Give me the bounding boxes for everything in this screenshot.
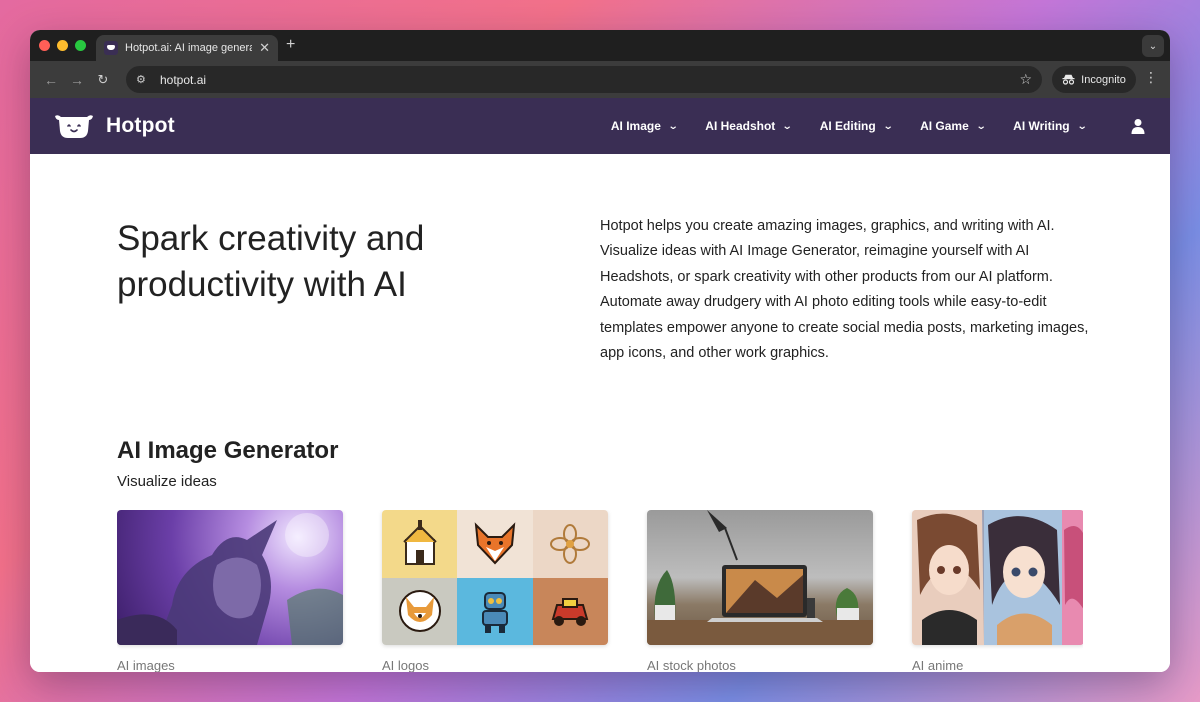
window-controls [39,40,86,51]
fox-logo-icon [457,510,533,578]
tab-strip: Hotpot.ai: AI image generator ✕ + ⌄ [30,30,1170,61]
church-logo-icon [382,510,458,578]
section-subtitle: Visualize ideas [117,473,217,490]
nav-ai-game[interactable]: AI Game ⌄ [906,119,999,133]
close-tab-icon[interactable]: ✕ [259,40,270,56]
nav-ai-editing[interactable]: AI Editing ⌄ [806,119,906,133]
tab-title: Hotpot.ai: AI image generator [125,42,252,54]
flower-logo-icon [532,510,608,578]
section-title: AI Image Generator [117,437,339,464]
nav-label: AI Game [920,119,969,133]
chevron-down-icon: ⌄ [782,120,793,132]
site-header: Hotpot AI Image ⌄ AI Headshot ⌄ AI Editi… [30,98,1170,154]
chevron-down-icon: ⌄ [882,120,894,132]
main-nav: AI Image ⌄ AI Headshot ⌄ AI Editing ⌄ AI… [597,98,1100,154]
address-bar[interactable]: ⚙ hotpot.ai ☆ [126,66,1042,93]
hero-description: Hotpot helps you create amazing images, … [600,218,1089,362]
corgi-logo-icon [382,577,458,645]
ai-logos-thumbnail[interactable] [382,510,608,645]
new-tab-icon[interactable]: + [286,36,295,54]
card-ai-anime[interactable]: AI anime [912,510,1083,672]
laptop-desk-image [647,510,873,645]
hero-title: Spark creativity and productivity with A… [117,219,425,304]
bookmark-star-icon[interactable]: ☆ [1019,71,1032,88]
card-row: AI images AI logos AI stock photos AI an… [117,510,1083,672]
nav-ai-headshot[interactable]: AI Headshot ⌄ [691,119,805,133]
incognito-icon [1062,74,1075,85]
maximize-window-button[interactable] [75,40,86,51]
tab-hotpot[interactable]: Hotpot.ai: AI image generator ✕ [96,35,278,61]
chevron-down-icon: ⌄ [667,120,679,132]
forward-arrow-icon[interactable]: → [64,72,90,88]
nav-ai-writing[interactable]: AI Writing ⌄ [999,119,1100,133]
site-settings-tune-icon[interactable]: ⚙ [136,73,150,86]
hotpot-favicon-icon [104,41,118,55]
user-account-icon[interactable] [1130,118,1146,134]
nav-label: AI Editing [819,119,876,133]
page-content: Spark creativity and productivity with A… [30,154,1170,672]
hotpot-pot-icon [55,115,93,138]
incognito-badge[interactable]: Incognito [1052,66,1136,93]
nav-ai-image[interactable]: AI Image ⌄ [597,119,691,133]
chevron-down-icon: ⌄ [975,120,987,132]
incognito-label: Incognito [1081,73,1126,86]
nav-label: AI Image [610,119,661,133]
race-car-logo-icon [532,577,608,645]
nav-label: AI Headshot [705,119,776,133]
card-label: AI images [117,658,175,672]
hotpot-logo[interactable]: Hotpot [54,113,175,139]
ai-anime-thumbnail[interactable] [912,510,1083,645]
card-label: AI logos [382,658,429,672]
card-label: AI anime [912,658,964,672]
card-ai-images[interactable]: AI images [117,510,343,672]
chevron-down-icon: ⌄ [1076,120,1088,132]
card-ai-stock-photos[interactable]: AI stock photos [647,510,873,672]
back-arrow-icon[interactable]: ← [38,72,64,88]
tab-search-chevron-icon[interactable]: ⌄ [1142,35,1164,57]
brand-name: Hotpot [106,114,175,137]
robot-logo-icon [457,577,533,645]
logo-sample-grid [382,510,608,645]
browser-menu-kebab-icon[interactable]: ⋮ [1144,70,1158,84]
url-text: hotpot.ai [160,72,207,87]
anime-characters-image [912,510,1083,645]
nav-label: AI Writing [1013,119,1070,133]
elf-portrait-image [117,513,343,645]
card-ai-logos[interactable]: AI logos [382,510,608,672]
minimize-window-button[interactable] [57,40,68,51]
ai-stock-photos-thumbnail[interactable] [647,510,873,645]
browser-window: Hotpot.ai: AI image generator ✕ + ⌄ ← → … [30,30,1170,672]
ai-images-thumbnail[interactable] [117,510,343,645]
card-label: AI stock photos [647,658,736,672]
browser-toolbar: ← → ↻ ⚙ hotpot.ai ☆ Incognito ⋮ [30,61,1170,98]
close-window-button[interactable] [39,40,50,51]
reload-icon[interactable]: ↻ [90,72,116,88]
